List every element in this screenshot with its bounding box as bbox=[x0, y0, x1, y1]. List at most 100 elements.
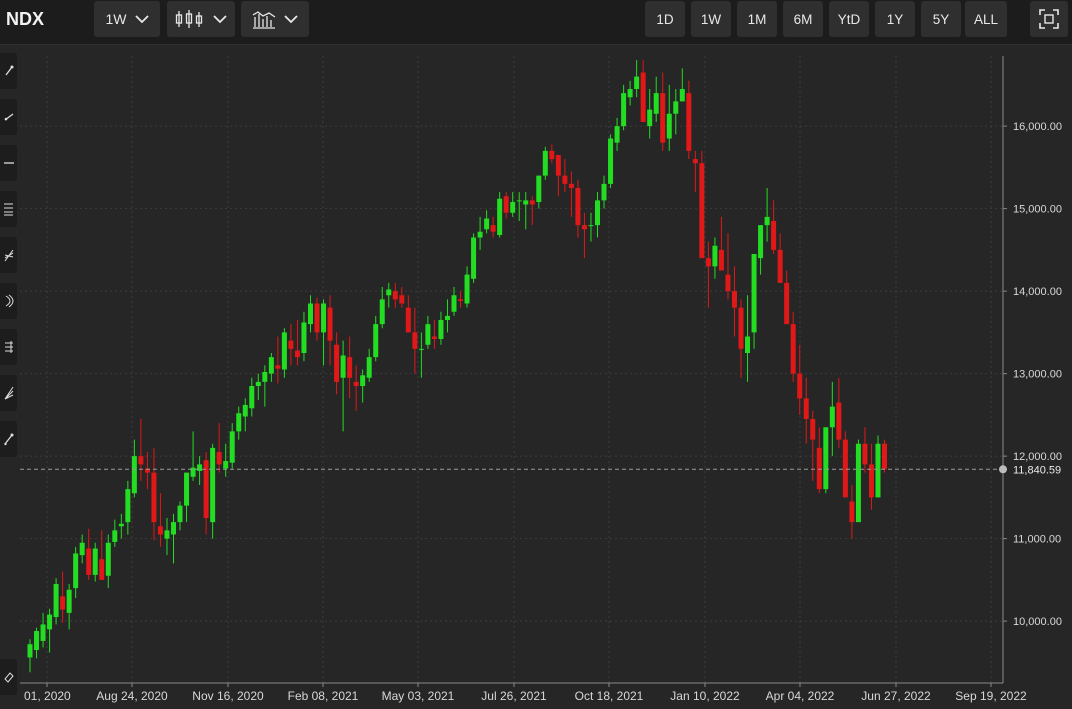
chart-grid bbox=[20, 56, 1003, 683]
candle bbox=[203, 452, 209, 535]
candle-body bbox=[686, 93, 692, 151]
candle bbox=[816, 427, 822, 494]
candle-body bbox=[444, 315, 450, 320]
candle bbox=[138, 419, 144, 481]
candle-body bbox=[712, 245, 718, 267]
candle bbox=[725, 233, 731, 300]
candle-body bbox=[40, 624, 46, 641]
candle-body bbox=[562, 175, 568, 184]
candle bbox=[849, 485, 855, 539]
candle-body bbox=[66, 589, 72, 613]
candle-body bbox=[236, 413, 242, 432]
candle bbox=[399, 287, 405, 308]
candle bbox=[47, 608, 53, 653]
candle-body bbox=[758, 225, 764, 259]
candle-body bbox=[210, 447, 216, 523]
candle bbox=[660, 72, 666, 151]
candle bbox=[334, 332, 340, 395]
candle-body bbox=[288, 340, 294, 349]
candle-body bbox=[392, 291, 398, 300]
candle bbox=[608, 134, 614, 188]
candle-body bbox=[484, 218, 490, 230]
candle bbox=[177, 501, 183, 531]
candle-body bbox=[725, 274, 731, 292]
candle bbox=[386, 282, 392, 308]
y-tick-label: 15,000.00 bbox=[1013, 204, 1062, 216]
candle-body bbox=[307, 303, 313, 325]
candle-body bbox=[581, 225, 587, 230]
candle bbox=[875, 435, 881, 498]
candle bbox=[157, 493, 163, 547]
candle-body bbox=[314, 303, 320, 333]
candle-body bbox=[771, 221, 777, 250]
candle-body bbox=[510, 202, 516, 213]
candle-body bbox=[634, 76, 640, 89]
candle bbox=[425, 315, 431, 349]
x-tick-label: Nov 16, 2020 bbox=[192, 689, 264, 703]
candle-body bbox=[418, 348, 424, 350]
candle bbox=[490, 216, 496, 238]
candle-body bbox=[92, 548, 98, 575]
candle bbox=[797, 344, 803, 415]
candle-body bbox=[621, 93, 627, 127]
candle bbox=[621, 84, 627, 131]
candle bbox=[281, 328, 287, 378]
candle bbox=[464, 266, 470, 308]
candle-body bbox=[718, 249, 724, 271]
candle-body bbox=[855, 443, 861, 523]
candle-body bbox=[529, 200, 535, 205]
candle-body bbox=[497, 198, 503, 236]
candle-body bbox=[568, 183, 574, 188]
candle bbox=[836, 377, 842, 448]
candle bbox=[347, 336, 353, 399]
candle bbox=[784, 270, 790, 325]
candle bbox=[242, 398, 248, 432]
candle-body bbox=[412, 332, 418, 349]
candle bbox=[444, 299, 450, 333]
candle bbox=[210, 443, 216, 539]
candle bbox=[73, 546, 79, 599]
candle bbox=[164, 518, 170, 556]
candle-body bbox=[138, 456, 144, 465]
candle bbox=[542, 146, 548, 180]
candle bbox=[275, 336, 281, 384]
candle bbox=[418, 332, 424, 378]
candle-body bbox=[575, 188, 581, 226]
candle-body bbox=[86, 548, 92, 575]
candle bbox=[523, 192, 529, 230]
candle-body bbox=[347, 357, 353, 378]
candle bbox=[294, 320, 300, 366]
candle-body bbox=[705, 258, 711, 267]
candle bbox=[53, 578, 59, 625]
candle-body bbox=[823, 427, 829, 490]
candle-body bbox=[627, 89, 633, 98]
candle bbox=[288, 324, 294, 366]
candle bbox=[34, 627, 40, 659]
candle bbox=[105, 534, 111, 589]
candle-body bbox=[849, 501, 855, 523]
candle-body bbox=[790, 324, 796, 374]
candle-body bbox=[379, 299, 385, 325]
candle-body bbox=[242, 404, 248, 417]
candle-body bbox=[118, 523, 124, 527]
candle bbox=[823, 427, 829, 494]
candle bbox=[634, 60, 640, 98]
candle bbox=[516, 192, 522, 221]
x-tick-label: 01, 2020 bbox=[24, 689, 71, 703]
candle-body bbox=[353, 381, 359, 386]
candle-body bbox=[164, 530, 170, 539]
candle bbox=[321, 299, 327, 366]
candle bbox=[562, 159, 568, 193]
candle bbox=[568, 171, 574, 217]
candle bbox=[862, 427, 868, 473]
candle bbox=[679, 68, 685, 102]
candle-body bbox=[764, 216, 770, 226]
candle bbox=[842, 431, 848, 498]
candle bbox=[92, 542, 98, 582]
candle-body bbox=[555, 155, 561, 176]
x-tick-label: Oct 18, 2021 bbox=[575, 689, 644, 703]
x-tick-label: Aug 24, 2020 bbox=[96, 689, 168, 703]
candle bbox=[431, 320, 437, 349]
candle bbox=[705, 241, 711, 308]
candle-body bbox=[797, 373, 803, 399]
